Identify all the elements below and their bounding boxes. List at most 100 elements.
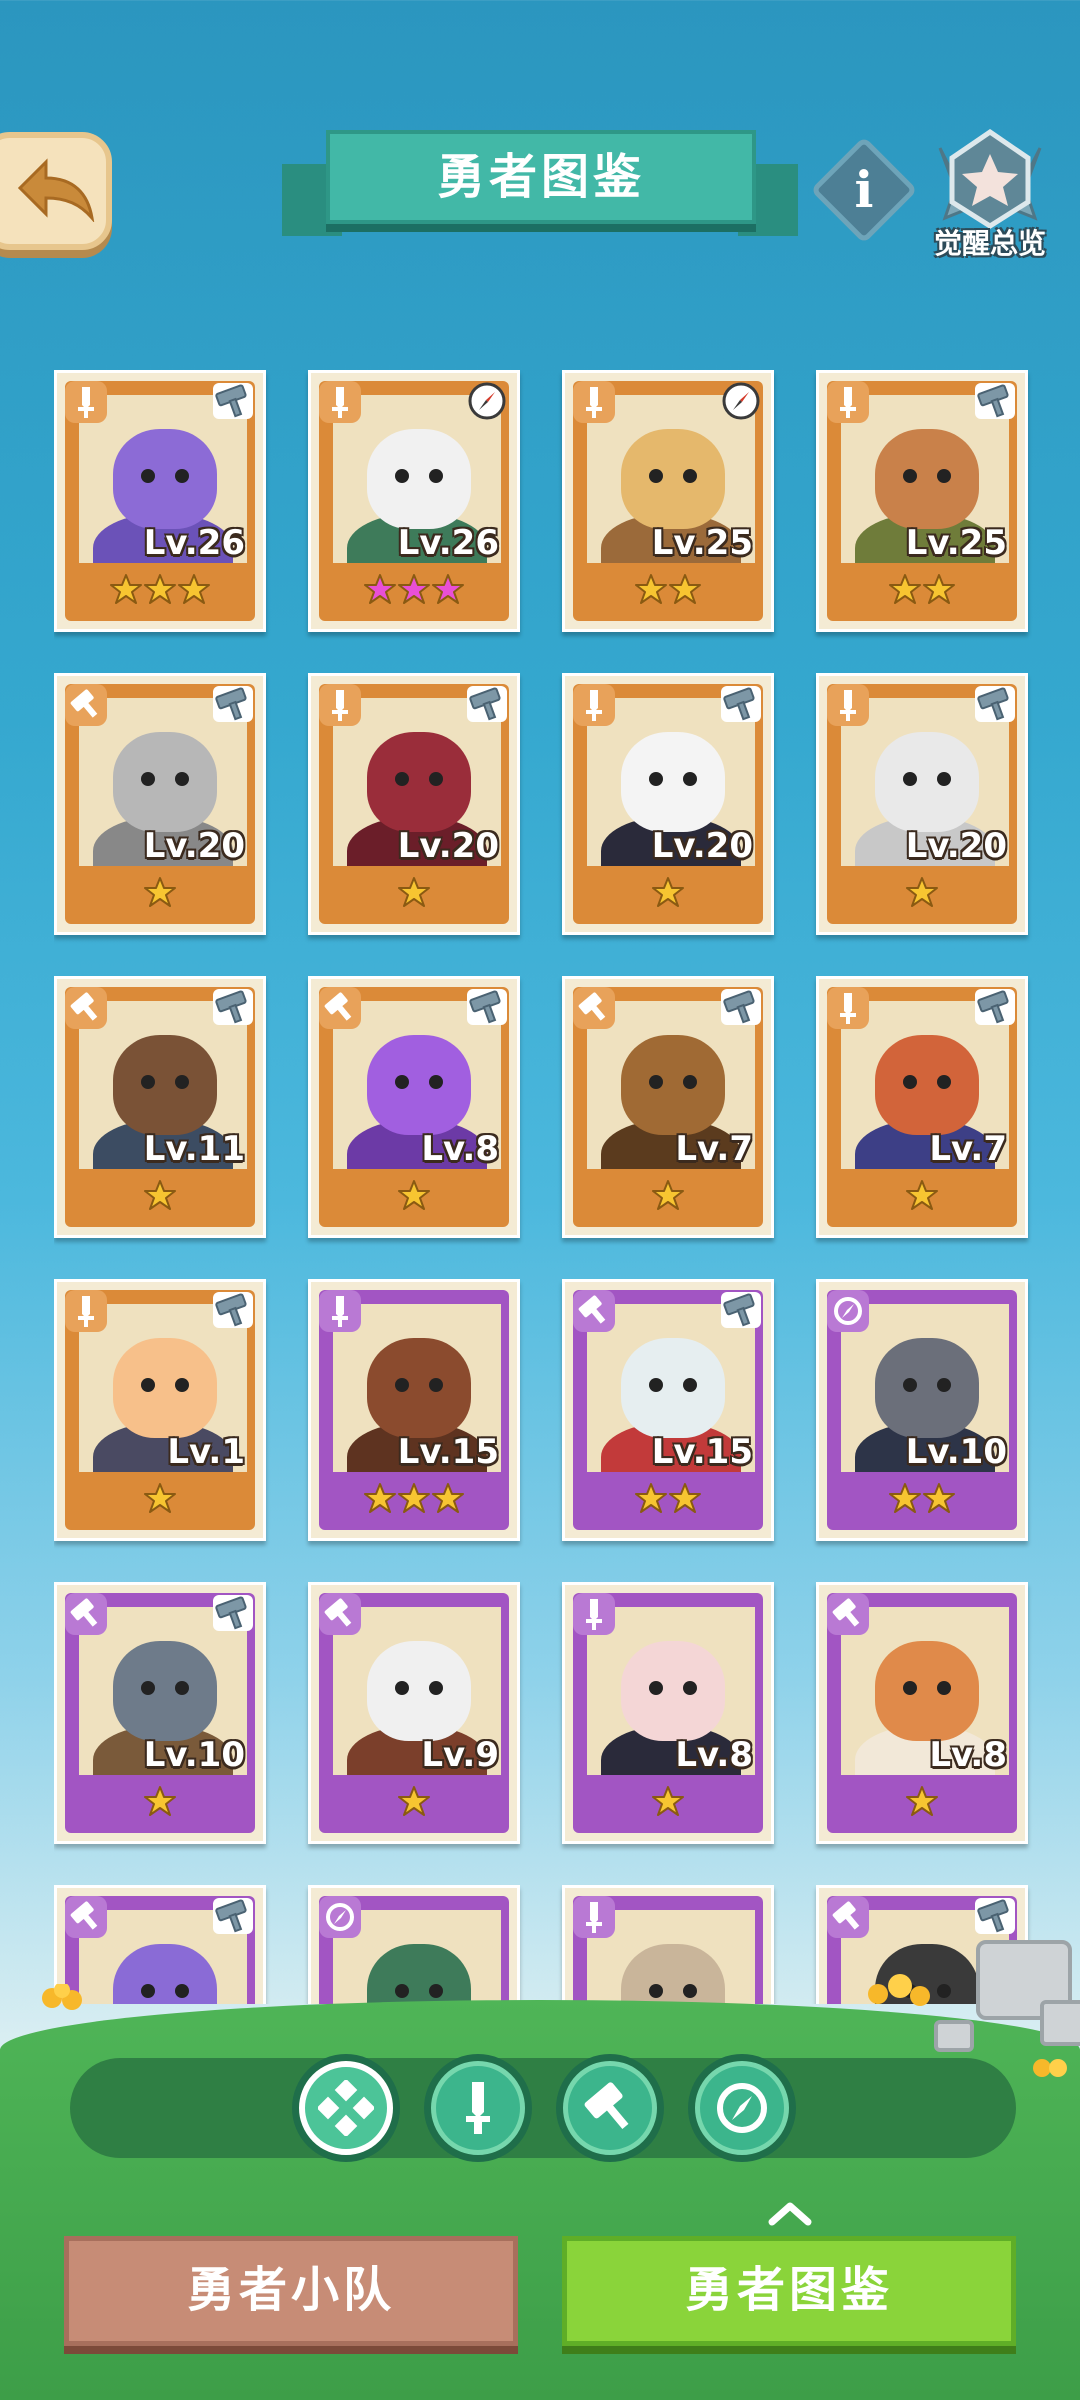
flower-decoration [38, 1982, 88, 2028]
page-title: 勇者图鉴 [326, 130, 756, 224]
hero-card[interactable]: Lv.25 [816, 370, 1028, 632]
hammer-badge-icon [209, 680, 257, 728]
star-icon [635, 1482, 667, 1514]
hero-card[interactable]: Lv.8 [562, 1582, 774, 1844]
hero-card[interactable]: Lv.20 [54, 673, 266, 935]
hero-star-rating [311, 1785, 517, 1821]
hero-level: Lv.8 [929, 1735, 1007, 1775]
hero-card[interactable]: Lv.9 [308, 1582, 520, 1844]
compass-icon [717, 2083, 767, 2133]
hero-level: Lv.11 [143, 1129, 245, 1169]
star-icon [144, 1785, 176, 1817]
star-icon [906, 876, 938, 908]
hero-card[interactable]: Lv.8 [308, 976, 520, 1238]
sword-class-icon [573, 1593, 615, 1635]
hero-star-rating [819, 573, 1025, 609]
hero-star-rating [57, 573, 263, 609]
filter-hammer-button[interactable] [556, 2054, 664, 2162]
star-icon [669, 1482, 701, 1514]
star-icon [906, 1785, 938, 1817]
hero-star-rating [565, 573, 771, 609]
star-icon [635, 573, 667, 605]
hammer-badge-icon [971, 377, 1019, 425]
sword-class-icon [573, 684, 615, 726]
star-icon [432, 573, 464, 605]
hero-card[interactable]: Lv.11 [54, 976, 266, 1238]
hero-card[interactable]: Lv.10 [54, 1582, 266, 1844]
hero-card[interactable] [308, 1885, 520, 2004]
hammer-badge-icon [717, 983, 765, 1031]
filter-sword-button[interactable] [424, 2054, 532, 2162]
all-icon [318, 2080, 374, 2136]
hero-star-rating [311, 573, 517, 609]
hero-card[interactable] [562, 1885, 774, 2004]
hero-card[interactable]: Lv.20 [816, 673, 1028, 935]
hammer-class-icon [65, 684, 107, 726]
hammer-badge-icon [971, 680, 1019, 728]
hero-level: Lv.20 [651, 826, 753, 866]
star-icon [144, 1179, 176, 1211]
hammer-class-icon [827, 1896, 869, 1938]
hero-card[interactable]: Lv.8 [816, 1582, 1028, 1844]
star-icon [398, 573, 430, 605]
star-icon [144, 573, 176, 605]
sword-class-icon [827, 684, 869, 726]
hero-star-rating [57, 1785, 263, 1821]
hammer-badge-icon [971, 983, 1019, 1031]
hero-level: Lv.25 [651, 523, 753, 563]
compass-class-icon [827, 1290, 869, 1332]
filter-all-button[interactable] [292, 2054, 400, 2162]
star-icon [110, 573, 142, 605]
hero-card[interactable]: Lv.25 [562, 370, 774, 632]
hero-grid: Lv.26 Lv.26 Lv.25 Lv.25 Lv.20 Lv.20 Lv.20 Lv.20… [54, 370, 1034, 2004]
hero-card[interactable]: Lv.7 [562, 976, 774, 1238]
star-icon [889, 573, 921, 605]
hammer-badge-icon [209, 377, 257, 425]
star-icon [364, 573, 396, 605]
hero-level: Lv.20 [397, 826, 499, 866]
filter-compass-button[interactable] [688, 2054, 796, 2162]
hero-card[interactable]: Lv.20 [562, 673, 774, 935]
rock-decoration [934, 2020, 974, 2052]
star-icon [144, 876, 176, 908]
compass-badge-icon [463, 377, 511, 425]
hero-level: Lv.10 [905, 1432, 1007, 1472]
hero-level: Lv.26 [143, 523, 245, 563]
star-icon [398, 876, 430, 908]
star-icon [398, 1482, 430, 1514]
hammer-badge-icon [209, 1589, 257, 1637]
hammer-badge-icon [463, 680, 511, 728]
hammer-badge-icon [717, 680, 765, 728]
star-icon [906, 1179, 938, 1211]
hero-level: Lv.20 [143, 826, 245, 866]
hero-star-rating [57, 876, 263, 912]
star-icon [923, 1482, 955, 1514]
back-button[interactable] [0, 132, 112, 250]
hero-card[interactable]: Lv.15 [562, 1279, 774, 1541]
hammer-badge-icon [717, 1286, 765, 1334]
hero-card[interactable]: Lv.15 [308, 1279, 520, 1541]
sword-class-icon [573, 1896, 615, 1938]
hero-card[interactable]: Lv.7 [816, 976, 1028, 1238]
tab-hero-team[interactable]: 勇者小队 [64, 2236, 518, 2346]
star-icon [652, 1785, 684, 1817]
hero-card[interactable]: Lv.20 [308, 673, 520, 935]
star-icon [398, 1785, 430, 1817]
tab-hero-codex[interactable]: 勇者图鉴 [562, 2236, 1016, 2346]
hero-level: Lv.9 [421, 1735, 499, 1775]
sword-class-icon [319, 684, 361, 726]
compass-class-icon [319, 1896, 361, 1938]
sword-class-icon [319, 381, 361, 423]
hero-star-rating [311, 876, 517, 912]
hero-card[interactable]: Lv.1 [54, 1279, 266, 1541]
hero-star-rating [311, 1482, 517, 1518]
hammer-class-icon [827, 1593, 869, 1635]
hero-level: Lv.8 [421, 1129, 499, 1169]
hero-level: Lv.20 [905, 826, 1007, 866]
hero-card[interactable]: Lv.26 [54, 370, 266, 632]
hero-card[interactable]: Lv.26 [308, 370, 520, 632]
hammer-badge-icon [209, 983, 257, 1031]
hero-card[interactable]: Lv.10 [816, 1279, 1028, 1541]
back-arrow-icon [17, 158, 95, 222]
hammer-badge-icon [209, 1286, 257, 1334]
